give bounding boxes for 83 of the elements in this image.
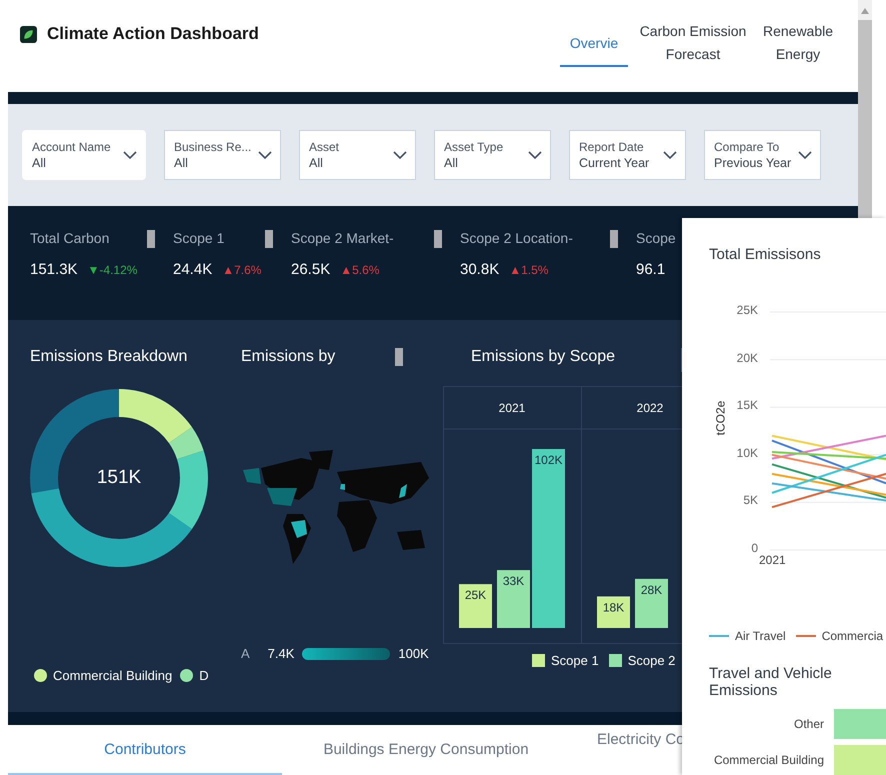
kpi-value: 24.4K — [173, 261, 212, 278]
facet-year: 2021 — [498, 401, 526, 415]
filter-value: All — [32, 156, 47, 170]
y-axis-title: tCO2e — [713, 400, 728, 436]
bar-label: Commercial Building — [712, 753, 824, 767]
kpi-label: Scope 2 Market- — [291, 230, 394, 246]
filter-dropdown[interactable]: Asset Type All — [434, 130, 551, 180]
chevron-down-icon — [528, 151, 542, 159]
kpi-label: Scope 1 — [173, 230, 224, 246]
chevron-down-icon — [123, 151, 137, 159]
kpi-value: 26.5K — [291, 261, 330, 278]
kpi-value: 151.3K — [30, 261, 78, 278]
nav-tab[interactable]: Carbon Emission Forecast — [638, 20, 748, 67]
kpi-label: Scope 2 Location- — [460, 230, 573, 246]
bar-value-label: 18K — [602, 600, 624, 614]
bar-value-label: 28K — [640, 582, 662, 597]
legend-label: Commercial Building — [53, 668, 172, 683]
y-tick-label: 10K — [736, 446, 758, 460]
legend-label: Scope 1 — [551, 653, 599, 668]
filter-value: All — [309, 156, 324, 170]
chevron-down-icon — [663, 151, 677, 159]
legend-label: D — [199, 668, 209, 683]
legend-label: Commercia — [822, 629, 884, 643]
filter-value: Previous Year — [714, 156, 792, 170]
bar-value-label: 102K — [534, 453, 563, 467]
filter-dropdown[interactable]: Account Name All — [22, 130, 146, 180]
marker-icon — [147, 230, 155, 248]
y-tick-label: 25K — [736, 303, 758, 317]
kpi-change: ▲5.6% — [340, 263, 380, 277]
legend-label: A — [241, 646, 250, 661]
y-tick-label: 5K — [743, 493, 758, 508]
legend-label: Scope 2 — [628, 653, 676, 668]
scroll-up-icon[interactable] — [861, 8, 869, 14]
kpi-value: 30.8K — [460, 261, 500, 278]
filter-label: Account Name — [32, 140, 111, 154]
donut-total: 151K — [96, 467, 142, 489]
filter-dropdown[interactable]: Compare To Previous Year — [704, 130, 821, 180]
marker-icon — [610, 230, 618, 248]
filter-label: Asset Type — [444, 140, 504, 154]
chart-title: Travel and Vehicle Emissions — [709, 665, 833, 699]
dashboard-title: Climate Action Dashboard — [47, 24, 259, 44]
legend-min: 7.4K — [268, 646, 294, 661]
bar-value-label: 25K — [464, 588, 486, 602]
marker-icon — [434, 230, 442, 248]
filter-label: Compare To — [714, 140, 780, 154]
marker-icon — [395, 348, 403, 366]
kpi-label: Scope — [636, 230, 676, 246]
filter-dropdown[interactable]: Asset All — [299, 130, 416, 180]
y-tick-label: 0 — [751, 541, 758, 555]
bar-value-label: 33K — [502, 574, 524, 588]
filter-value: All — [444, 156, 459, 170]
bar-label: Other — [792, 717, 824, 731]
chart-title: Total Emissisons — [709, 246, 822, 263]
y-tick-label: 20K — [736, 350, 758, 365]
nav-tab[interactable]: Overvie — [560, 20, 628, 67]
filter-value: All — [174, 156, 189, 170]
panel-title: Emissions by — [241, 348, 336, 366]
filter-value: Current Year — [579, 156, 650, 170]
kpi-label: Total Carbon — [30, 230, 110, 246]
nav-tab[interactable]: Renewable Energy — [758, 20, 838, 67]
x-tick-label: 2021 — [759, 553, 786, 567]
chevron-down-icon — [258, 151, 272, 159]
leaf-logo-icon — [20, 26, 37, 42]
facet-year: 2022 — [636, 401, 664, 415]
legend-max: 100K — [398, 646, 429, 661]
chevron-down-icon — [798, 151, 812, 159]
kpi-change: ▲7.6% — [222, 263, 262, 277]
chevron-down-icon — [393, 151, 407, 159]
kpi-change: ▲1.5% — [509, 263, 548, 277]
filter-dropdown[interactable]: Business Re... All — [164, 130, 281, 180]
legend-label: Air Travel — [735, 629, 786, 643]
filter-label: Asset — [309, 140, 340, 154]
section-tab[interactable]: Contributors — [8, 725, 282, 775]
filter-label: Report Date — [579, 140, 645, 154]
panel-title: Emissions Breakdown — [30, 348, 188, 366]
section-tab[interactable]: Buildings Energy Consumption — [282, 725, 570, 775]
filter-label: Business Re... — [174, 140, 252, 154]
marker-icon — [265, 230, 273, 248]
kpi-change: ▼-4.12% — [88, 263, 138, 277]
filter-dropdown[interactable]: Report Date Current Year — [569, 130, 686, 180]
y-tick-label: 15K — [736, 398, 758, 412]
kpi-value: 96.1 — [636, 261, 666, 278]
panel-title: Emissions by Scope — [471, 348, 616, 367]
